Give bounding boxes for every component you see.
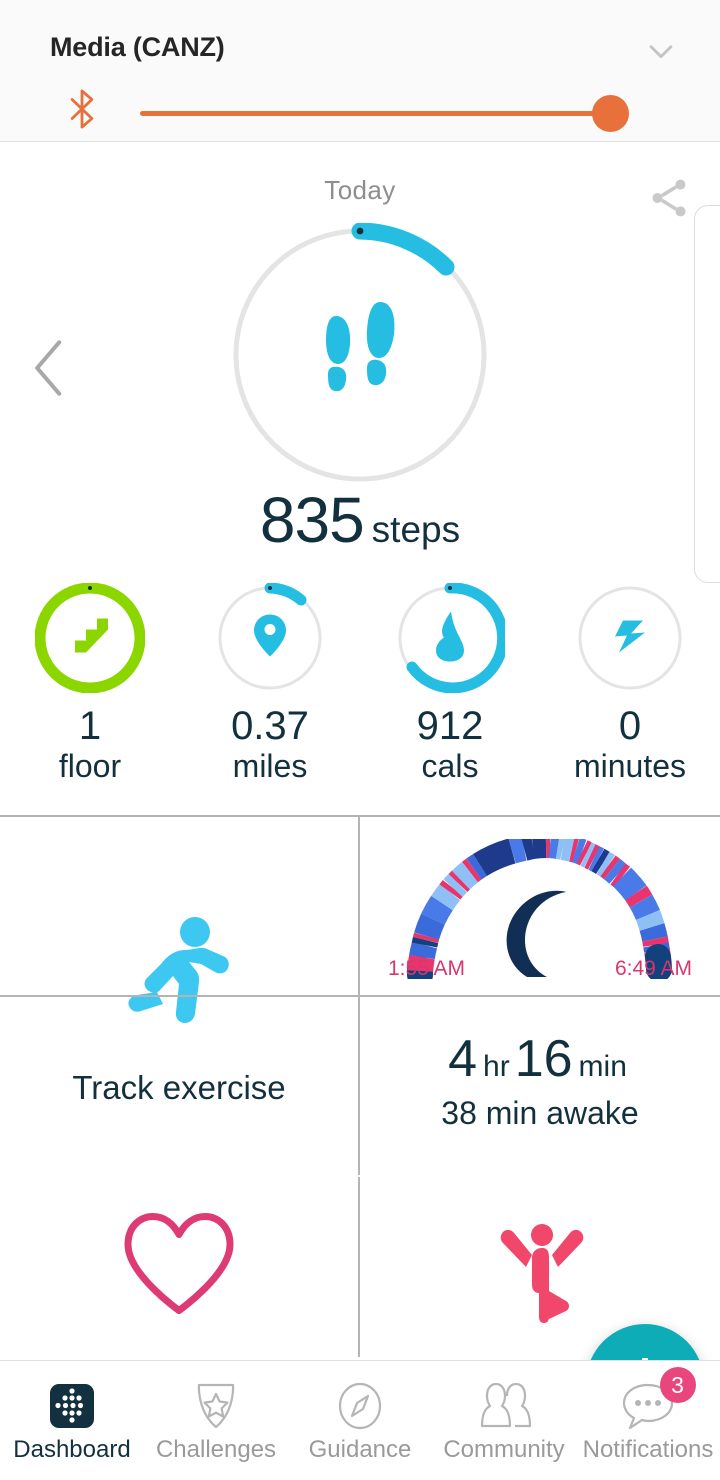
nav-item-notifications[interactable]: 3 Notifications xyxy=(576,1361,720,1480)
sleep-start-time: 1:55 AM xyxy=(388,957,465,981)
tile-grid: Track exercise xyxy=(0,815,720,1355)
sleep-minutes-unit: min xyxy=(579,1050,627,1083)
flame-icon xyxy=(428,610,472,667)
lightning-bolt-icon xyxy=(607,613,653,664)
floors-value: 1 xyxy=(0,705,180,747)
dots-grid-icon xyxy=(46,1378,98,1434)
sleep-hours-unit: hr xyxy=(483,1050,510,1083)
calories-value: 912 xyxy=(360,705,540,747)
people-icon xyxy=(475,1378,533,1434)
stat-floors[interactable]: 1 floor xyxy=(0,583,180,785)
stat-active-minutes[interactable]: 0 minutes xyxy=(540,583,720,785)
sleep-end-time: 6:49 AM xyxy=(615,957,692,981)
miles-value: 0.37 xyxy=(180,705,360,747)
nav-item-challenges[interactable]: Challenges xyxy=(144,1361,288,1480)
location-pin-icon xyxy=(250,611,290,666)
sleep-time-range: 1:55 AM 6:49 AM xyxy=(360,957,720,981)
media-volume-panel: Media (CANZ) xyxy=(0,0,720,142)
heart-outline-icon xyxy=(120,1209,238,1326)
floors-unit: floor xyxy=(0,747,180,785)
tile-heart-rate[interactable] xyxy=(0,1177,360,1357)
nav-label-challenges: Challenges xyxy=(156,1436,276,1464)
nav-item-dashboard[interactable]: Dashboard xyxy=(0,1361,144,1480)
media-panel-title: Media (CANZ) xyxy=(50,32,225,63)
stairs-icon xyxy=(64,610,116,667)
steps-unit: steps xyxy=(372,509,460,550)
sleep-awake-label: 38 min awake xyxy=(360,1095,720,1132)
stats-row: 1 floor xyxy=(0,583,720,803)
steps-value: 835 xyxy=(260,484,364,556)
sleep-duration: 4hr16min xyxy=(360,1029,720,1089)
media-volume-slider-thumb[interactable] xyxy=(592,95,629,132)
bottom-navigation: Dashboard Challenges Guidance xyxy=(0,1360,720,1480)
date-label: Today xyxy=(0,175,720,206)
chevron-down-icon[interactable] xyxy=(644,34,678,68)
yoga-person-icon xyxy=(492,1219,592,1329)
nav-label-dashboard: Dashboard xyxy=(13,1436,130,1464)
sleep-hours: 4 xyxy=(448,1030,477,1088)
compass-icon xyxy=(335,1378,385,1434)
sleep-minutes: 16 xyxy=(515,1030,573,1088)
miles-progress-ring xyxy=(215,583,325,693)
calories-progress-ring xyxy=(395,583,505,693)
nav-label-notifications: Notifications xyxy=(583,1436,714,1464)
nav-label-guidance: Guidance xyxy=(309,1436,412,1464)
minutes-value: 0 xyxy=(540,705,720,747)
app-root: Media (CANZ) Today xyxy=(0,0,720,1480)
minutes-progress-ring xyxy=(575,583,685,693)
steps-readout: 835steps xyxy=(0,483,720,557)
track-exercise-label: Track exercise xyxy=(0,1069,358,1107)
previous-day-button[interactable] xyxy=(28,333,72,403)
footsteps-icon xyxy=(306,298,414,413)
minutes-unit: minutes xyxy=(540,747,720,785)
media-volume-slider[interactable] xyxy=(140,111,622,116)
shield-star-icon xyxy=(191,1378,241,1434)
notifications-badge: 3 xyxy=(660,1367,696,1403)
nav-item-community[interactable]: Community xyxy=(432,1361,576,1480)
running-person-icon xyxy=(123,912,235,1037)
tile-row-divider xyxy=(0,995,720,997)
share-icon[interactable] xyxy=(646,175,692,221)
bluetooth-icon[interactable] xyxy=(62,86,102,132)
stat-calories[interactable]: 912 cals xyxy=(360,583,540,785)
dashboard-content: Today xyxy=(0,143,720,1480)
calories-unit: cals xyxy=(360,747,540,785)
stat-miles[interactable]: 0.37 miles xyxy=(180,583,360,785)
floors-progress-ring xyxy=(35,583,145,693)
nav-item-guidance[interactable]: Guidance xyxy=(288,1361,432,1480)
miles-unit: miles xyxy=(180,747,360,785)
nav-label-community: Community xyxy=(443,1436,564,1464)
